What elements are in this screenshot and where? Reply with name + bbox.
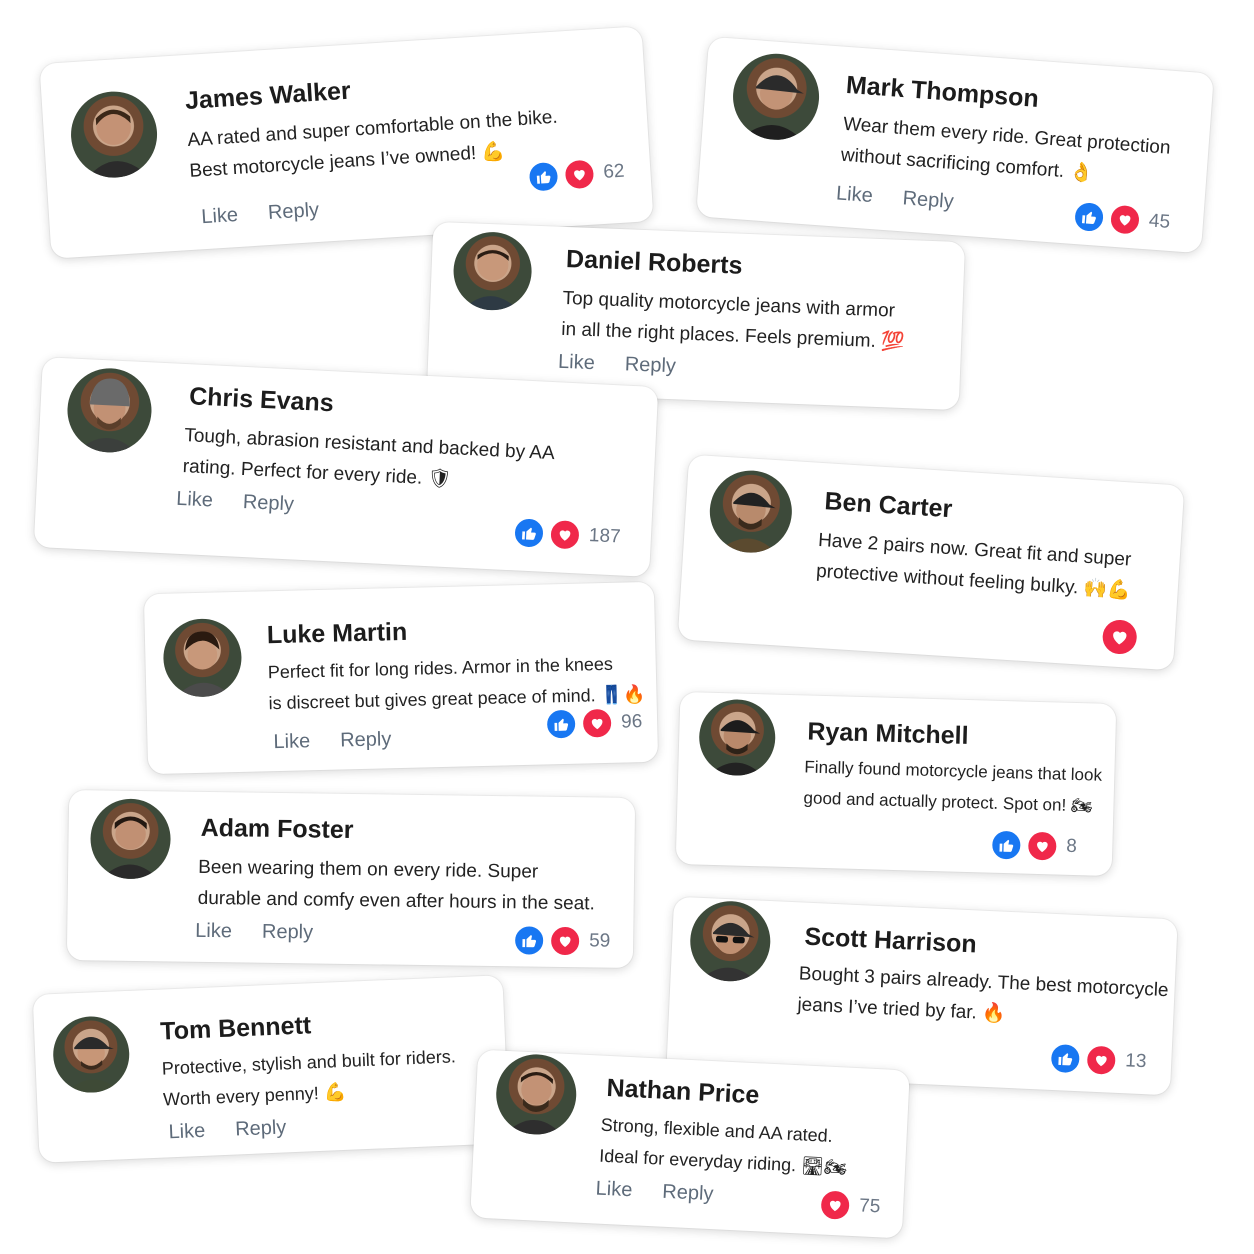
commenter-name[interactable]: Nathan Price [606, 1074, 760, 1110]
comment-card-james-walker: James Walker AA rated and super comforta… [39, 26, 654, 259]
commenter-name[interactable]: James Walker [184, 77, 351, 116]
reaction-count: 187 [588, 524, 622, 548]
comment-actions: Like Reply [558, 351, 677, 379]
reactions[interactable]: 187 [512, 516, 621, 553]
commenter-name[interactable]: Ryan Mitchell [807, 718, 969, 751]
commenter-name[interactable]: Ben Carter [824, 487, 953, 524]
reply-button[interactable]: Reply [242, 491, 294, 515]
commenter-name[interactable]: Adam Foster [200, 814, 354, 845]
reply-button[interactable]: Reply [235, 1116, 287, 1140]
like-button[interactable]: Like [201, 204, 239, 228]
reactions[interactable]: 45 [1071, 199, 1171, 239]
commenter-name[interactable]: Tom Bennett [160, 1011, 312, 1046]
reply-button[interactable]: Reply [662, 1181, 714, 1205]
reply-button[interactable]: Reply [902, 187, 955, 213]
like-button[interactable]: Like [558, 351, 596, 374]
like-button[interactable]: Like [595, 1177, 633, 1201]
comment-text: Tough, abrasion resistant and backed by … [182, 420, 555, 500]
thumbs-up-icon [544, 707, 578, 741]
heart-icon [580, 706, 614, 740]
comment-card-ryan-mitchell: Ryan Mitchell Finally found motorcycle j… [675, 691, 1117, 877]
comment-text: AA rated and super comfortable on the bi… [187, 102, 561, 187]
like-button[interactable]: Like [835, 182, 873, 207]
comment-actions: Like Reply [835, 182, 954, 214]
heart-icon [818, 1188, 852, 1222]
heart-icon [1099, 616, 1140, 658]
commenter-name[interactable]: Daniel Roberts [566, 245, 743, 281]
avatar[interactable] [65, 366, 154, 455]
reactions[interactable]: 59 [512, 924, 611, 958]
comment-text: Finally found motorcycle jeans that look… [803, 751, 1102, 821]
comment-actions: Like Reply [195, 920, 313, 945]
thumbs-up-icon [1048, 1041, 1083, 1076]
reaction-count: 62 [602, 160, 626, 183]
comment-actions: Like Reply [201, 199, 320, 229]
reaction-count: 8 [1066, 835, 1078, 858]
reactions[interactable]: 75 [818, 1188, 881, 1223]
reaction-count: 59 [589, 930, 611, 952]
reaction-count: 13 [1124, 1050, 1147, 1073]
comment-text: Protective, stylish and built for riders… [161, 1041, 457, 1115]
reaction-count: 45 [1148, 210, 1171, 233]
heart-icon [548, 518, 582, 552]
avatar[interactable] [68, 88, 160, 181]
reactions[interactable]: 13 [1048, 1041, 1147, 1078]
reactions[interactable]: 96 [544, 706, 643, 741]
heart-icon [548, 924, 582, 958]
heart-icon [1084, 1043, 1118, 1077]
reactions[interactable]: 62 [526, 156, 626, 194]
comment-actions: Like Reply [168, 1116, 287, 1144]
comment-card-tom-bennett: Tom Bennett Protective, stylish and buil… [32, 975, 510, 1163]
avatar[interactable] [698, 698, 777, 777]
reaction-count: 75 [858, 1195, 881, 1218]
avatar[interactable] [707, 468, 795, 556]
comment-text: Wear them every ride. Great protection w… [840, 109, 1172, 195]
like-button[interactable]: Like [195, 920, 232, 943]
avatar[interactable] [688, 899, 773, 984]
avatar[interactable] [452, 230, 534, 312]
comment-text: Bought 3 pairs already. The best motorcy… [797, 958, 1169, 1037]
avatar[interactable] [51, 1014, 131, 1095]
comment-text: Strong, flexible and AA rated. Ideal for… [599, 1110, 850, 1184]
reply-button[interactable]: Reply [267, 199, 319, 224]
commenter-name[interactable]: Mark Thompson [845, 71, 1040, 114]
comment-actions: Like Reply [273, 728, 391, 754]
comment-actions: Like Reply [595, 1177, 714, 1206]
avatar[interactable] [730, 50, 823, 143]
commenter-name[interactable]: Chris Evans [189, 382, 335, 418]
comment-card-nathan-price: Nathan Price Strong, flexible and AA rat… [470, 1049, 910, 1239]
thumbs-up-icon [989, 828, 1023, 862]
comment-actions: Like Reply [176, 488, 295, 517]
reply-button[interactable]: Reply [340, 728, 392, 751]
comment-card-chris-evans: Chris Evans Tough, abrasion resistant an… [33, 357, 659, 577]
heart-icon [562, 157, 597, 192]
avatar[interactable] [494, 1052, 579, 1137]
comment-card-adam-foster: Adam Foster Been wearing them on every r… [66, 790, 636, 968]
like-button[interactable]: Like [273, 730, 310, 753]
comment-text: Been wearing them on every ride. Super d… [197, 852, 595, 920]
thumbs-up-icon [1071, 199, 1107, 235]
commenter-name[interactable]: Scott Harrison [804, 923, 977, 960]
reply-button[interactable]: Reply [262, 921, 313, 944]
commenter-name[interactable]: Luke Martin [267, 618, 408, 650]
reactions[interactable]: 8 [989, 828, 1078, 863]
thumbs-up-icon [512, 924, 546, 957]
comment-card-ben-carter: Ben Carter Have 2 pairs now. Great fit a… [677, 454, 1185, 671]
like-button[interactable]: Like [176, 488, 214, 512]
heart-icon [1025, 829, 1059, 863]
thumbs-up-icon [512, 516, 546, 550]
reaction-count: 96 [620, 711, 643, 733]
avatar[interactable] [162, 617, 243, 698]
comment-card-mark-thompson: Mark Thompson Wear them every ride. Grea… [696, 36, 1214, 254]
comment-line: durable and comfy even after hours in th… [197, 887, 595, 915]
reply-button[interactable]: Reply [624, 353, 676, 377]
comment-text: Have 2 pairs now. Great fit and super pr… [815, 525, 1133, 607]
like-button[interactable]: Like [168, 1120, 206, 1144]
comment-card-luke-martin: Luke Martin Perfect fit for long rides. … [143, 581, 659, 775]
heart-icon [1107, 202, 1143, 237]
reactions[interactable] [1099, 616, 1140, 658]
thumbs-up-icon [526, 159, 561, 194]
avatar[interactable] [89, 798, 172, 880]
comment-text: Top quality motorcycle jeans with armor … [561, 283, 907, 358]
